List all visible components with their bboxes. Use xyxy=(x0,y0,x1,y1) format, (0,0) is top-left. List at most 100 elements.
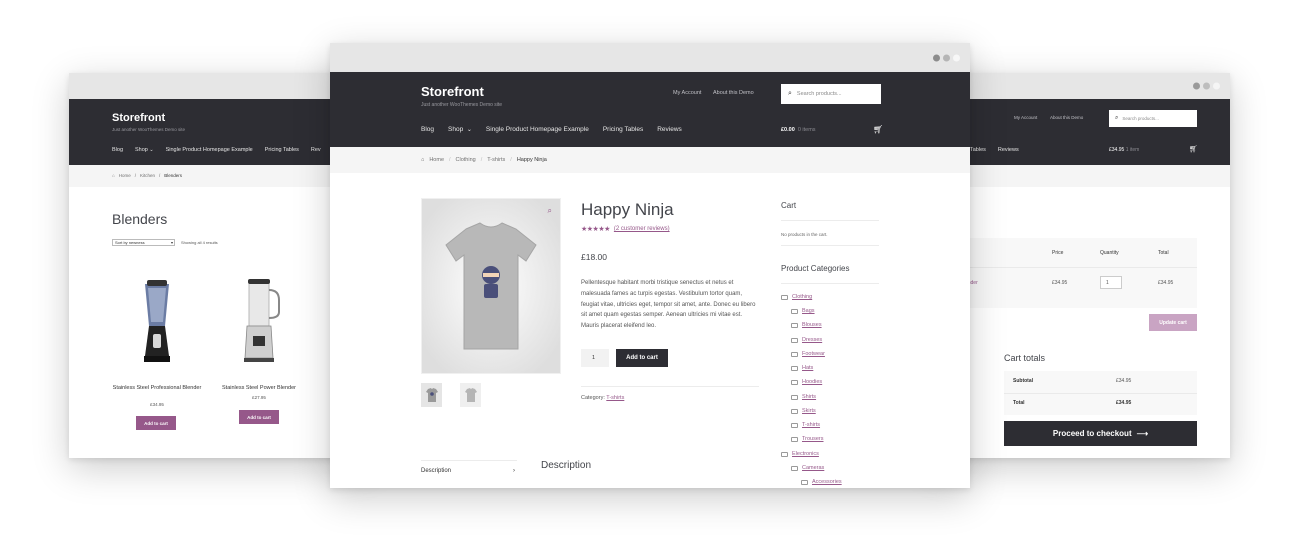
breadcrumb-home[interactable]: Home xyxy=(119,173,131,178)
category-item[interactable]: Cameras xyxy=(791,465,824,471)
thumbnail[interactable] xyxy=(460,383,481,407)
site-header: Storefront Just another WooThemes Demo s… xyxy=(330,72,970,147)
category-item[interactable]: Footwear xyxy=(791,351,825,357)
breadcrumb-separator: / xyxy=(159,173,161,178)
category-link[interactable]: Skirts xyxy=(802,408,816,414)
category-link[interactable]: Shirts xyxy=(802,394,816,400)
search-field[interactable]: ⌕ Search products... xyxy=(1109,110,1197,127)
blender-image[interactable] xyxy=(127,276,187,371)
cart-totals-title: Cart totals xyxy=(1004,353,1046,363)
nav-item-pricing[interactable]: Tables xyxy=(970,147,986,153)
product-name[interactable]: Stainless Steel Power Blender xyxy=(214,385,304,392)
about-demo-link[interactable]: About this Demo xyxy=(1050,115,1083,120)
category-link[interactable]: Blouses xyxy=(802,322,822,328)
product-card[interactable]: Stainless Steel Power Blender £27.95 Add… xyxy=(214,271,304,431)
category-link[interactable]: Electronics xyxy=(792,451,819,457)
description-heading: Description xyxy=(541,460,592,471)
breadcrumb-clothing[interactable]: Clothing xyxy=(456,157,476,163)
my-account-link[interactable]: My Account xyxy=(1014,115,1037,120)
category-link[interactable]: Dresses xyxy=(802,337,822,343)
category-link[interactable]: Bags xyxy=(802,308,815,314)
folder-icon xyxy=(791,308,798,314)
breadcrumb-separator: / xyxy=(134,173,136,178)
category-link[interactable]: Hoodies xyxy=(802,379,822,385)
primary-nav: Blog Shop ⌄ Single Product Homepage Exam… xyxy=(421,126,682,133)
quantity-input[interactable]: 1 xyxy=(1100,276,1122,289)
nav-item-blog[interactable]: Blog xyxy=(421,126,434,133)
category-link[interactable]: Cameras xyxy=(802,465,824,471)
nav-item-reviews[interactable]: Reviews xyxy=(998,147,1019,153)
divider xyxy=(421,460,517,461)
category-link[interactable]: Footwear xyxy=(802,351,825,357)
search-field[interactable]: ⌕ Search products... xyxy=(781,84,881,104)
proceed-to-checkout-button[interactable]: Proceed to checkout ⟶ xyxy=(1004,421,1197,446)
product-card[interactable]: Stainless Steel Professional Blender £34… xyxy=(112,271,202,431)
header-cart-summary[interactable]: £34.95 1 item xyxy=(1109,147,1139,153)
basket-icon[interactable]: 🛒︎ xyxy=(1189,145,1198,153)
category-item[interactable]: Trousers xyxy=(791,436,824,442)
header-cart-summary[interactable]: £0.00 0 items xyxy=(781,127,816,133)
category-link[interactable]: Accessories xyxy=(812,479,842,485)
site-logo[interactable]: Storefront xyxy=(112,112,165,124)
nav-item-reviews[interactable]: Rev xyxy=(311,147,321,153)
category-link[interactable]: T-shirts xyxy=(606,395,624,401)
category-item[interactable]: Shirts xyxy=(791,394,816,400)
window-dot-icon[interactable] xyxy=(1193,82,1200,90)
blender-image[interactable] xyxy=(229,276,289,371)
nav-item-blog[interactable]: Blog xyxy=(112,147,123,153)
category-item[interactable]: Accessories xyxy=(801,479,842,485)
folder-icon xyxy=(791,465,798,471)
add-to-cart-button[interactable]: Add to cart xyxy=(616,349,668,367)
nav-item-pricing[interactable]: Pricing Tables xyxy=(265,147,299,153)
nav-item-single-product[interactable]: Single Product Homepage Example xyxy=(166,147,253,153)
reviews-link[interactable]: (2 customer reviews) xyxy=(614,226,670,232)
category-link[interactable]: Trousers xyxy=(802,436,824,442)
category-item[interactable]: Hoodies xyxy=(791,379,822,385)
nav-item-shop[interactable]: Shop ⌄ xyxy=(135,147,154,153)
window-dot-icon[interactable] xyxy=(1213,82,1220,90)
arrow-right-icon: ⟶ xyxy=(1136,429,1149,438)
category-item[interactable]: Clothing xyxy=(781,294,812,300)
category-link[interactable]: Hats xyxy=(802,365,813,371)
window-dot-icon[interactable] xyxy=(933,54,940,61)
quantity-input[interactable]: 1 xyxy=(581,349,609,367)
sort-select[interactable]: Sort by newness ▾ xyxy=(112,239,175,246)
about-demo-link[interactable]: About this Demo xyxy=(713,90,754,96)
category-item[interactable]: Electronics xyxy=(781,451,819,457)
result-count: Showing all 4 results xyxy=(181,240,218,245)
chevron-right-icon: › xyxy=(513,468,515,474)
site-logo[interactable]: Storefront xyxy=(421,84,484,99)
nav-item-shop[interactable]: Shop ⌄ xyxy=(448,126,472,133)
thumbnail[interactable] xyxy=(421,383,442,407)
total-label: Total xyxy=(1013,400,1025,406)
nav-item-single-product[interactable]: Single Product Homepage Example xyxy=(486,126,589,133)
category-item[interactable]: Blouses xyxy=(791,322,822,328)
category-item[interactable]: Hats xyxy=(791,365,813,371)
tab-description[interactable]: Description › xyxy=(421,468,517,474)
breadcrumb-kitchen[interactable]: Kitchen xyxy=(140,173,155,178)
breadcrumb-separator: / xyxy=(449,157,451,163)
window-dot-icon[interactable] xyxy=(943,54,950,61)
breadcrumb-tshirts[interactable]: T-shirts xyxy=(487,157,505,163)
category-item[interactable]: Bags xyxy=(791,308,815,314)
cart-row-price: £34.95 xyxy=(1052,280,1068,286)
breadcrumb-home[interactable]: Home xyxy=(429,157,444,163)
category-item[interactable]: Skirts xyxy=(791,408,816,414)
category-link[interactable]: Clothing xyxy=(792,294,812,300)
basket-icon[interactable]: 🛒︎ xyxy=(873,125,883,134)
product-image[interactable]: ⌕ xyxy=(421,198,561,374)
update-cart-button[interactable]: Update cart xyxy=(1149,314,1197,331)
window-dot-icon[interactable] xyxy=(1203,82,1210,90)
category-link[interactable]: T-shirts xyxy=(802,422,820,428)
nav-item-reviews[interactable]: Reviews xyxy=(657,126,682,133)
window-dot-icon[interactable] xyxy=(953,54,960,61)
product-name[interactable]: Stainless Steel Professional Blender xyxy=(112,385,202,392)
category-item[interactable]: T-shirts xyxy=(791,422,820,428)
category-item[interactable]: Dresses xyxy=(791,337,822,343)
nav-item-pricing[interactable]: Pricing Tables xyxy=(603,126,643,133)
add-to-cart-button[interactable]: Add to cart xyxy=(136,416,176,430)
zoom-icon[interactable]: ⌕ xyxy=(548,206,552,216)
add-to-cart-button[interactable]: Add to cart xyxy=(239,410,279,424)
my-account-link[interactable]: My Account xyxy=(673,90,701,96)
folder-icon xyxy=(801,479,808,485)
